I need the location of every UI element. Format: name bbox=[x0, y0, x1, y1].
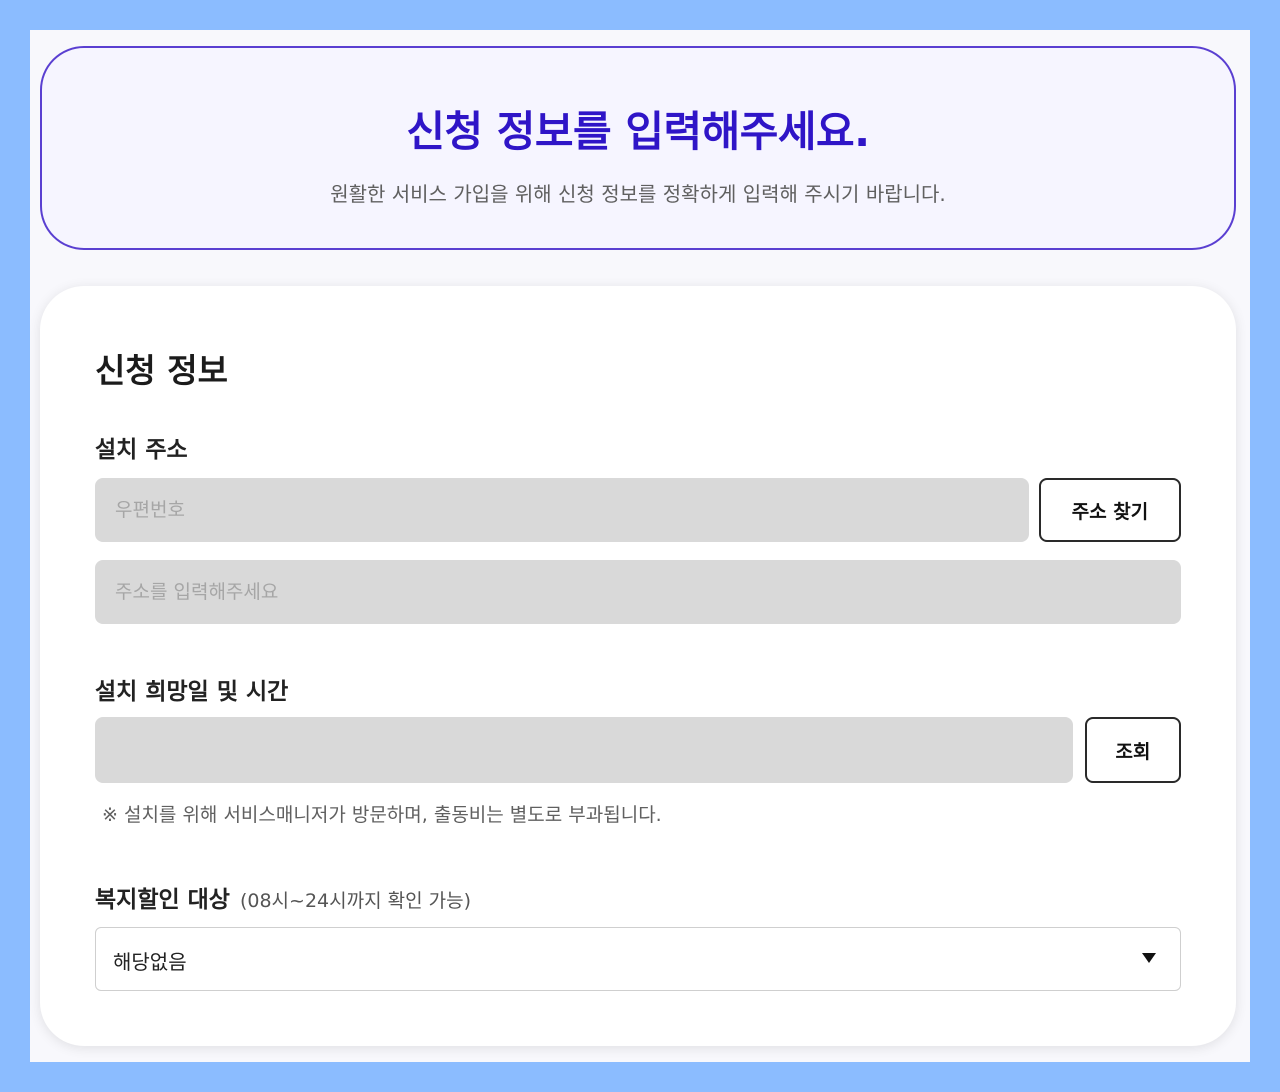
schedule-lookup-button[interactable]: 조회 bbox=[1085, 717, 1181, 783]
welfare-discount-select[interactable]: 해당없음 bbox=[95, 927, 1181, 991]
banner-description: 원활한 서비스 가입을 위해 신청 정보를 정확하게 입력해 주시기 바랍니다. bbox=[330, 182, 946, 206]
welfare-discount-label-text: 복지할인 대상 bbox=[95, 887, 230, 913]
visit-fee-notice: ※ 설치를 위해 서비스매니저가 방문하며, 출동비는 별도로 부과됩니다. bbox=[102, 804, 662, 826]
banner-title: 신청 정보를 입력해주세요. bbox=[406, 107, 870, 156]
address-input[interactable] bbox=[95, 560, 1181, 624]
caret-down-icon bbox=[1142, 953, 1156, 963]
welfare-discount-label: 복지할인 대상 (08시~24시까지 확인 가능) bbox=[95, 880, 471, 914]
install-address-label: 설치 주소 bbox=[95, 437, 188, 463]
intro-banner: 신청 정보를 입력해주세요. 원활한 서비스 가입을 위해 신청 정보를 정확하… bbox=[40, 46, 1236, 250]
install-datetime-input[interactable] bbox=[95, 717, 1073, 783]
address-search-button[interactable]: 주소 찾기 bbox=[1039, 478, 1181, 542]
postcode-input[interactable] bbox=[95, 478, 1029, 542]
welfare-discount-selected-value: 해당없음 bbox=[113, 950, 187, 974]
welfare-discount-note: (08시~24시까지 확인 가능) bbox=[239, 890, 471, 912]
page: 신청 정보를 입력해주세요. 원활한 서비스 가입을 위해 신청 정보를 정확하… bbox=[30, 30, 1250, 1062]
install-schedule-label: 설치 희망일 및 시간 bbox=[95, 679, 289, 705]
application-form-card: 신청 정보 설치 주소 주소 찾기 설치 희망일 및 시간 조회 ※ 설치를 위… bbox=[40, 286, 1236, 1046]
section-title: 신청 정보 bbox=[95, 351, 228, 390]
